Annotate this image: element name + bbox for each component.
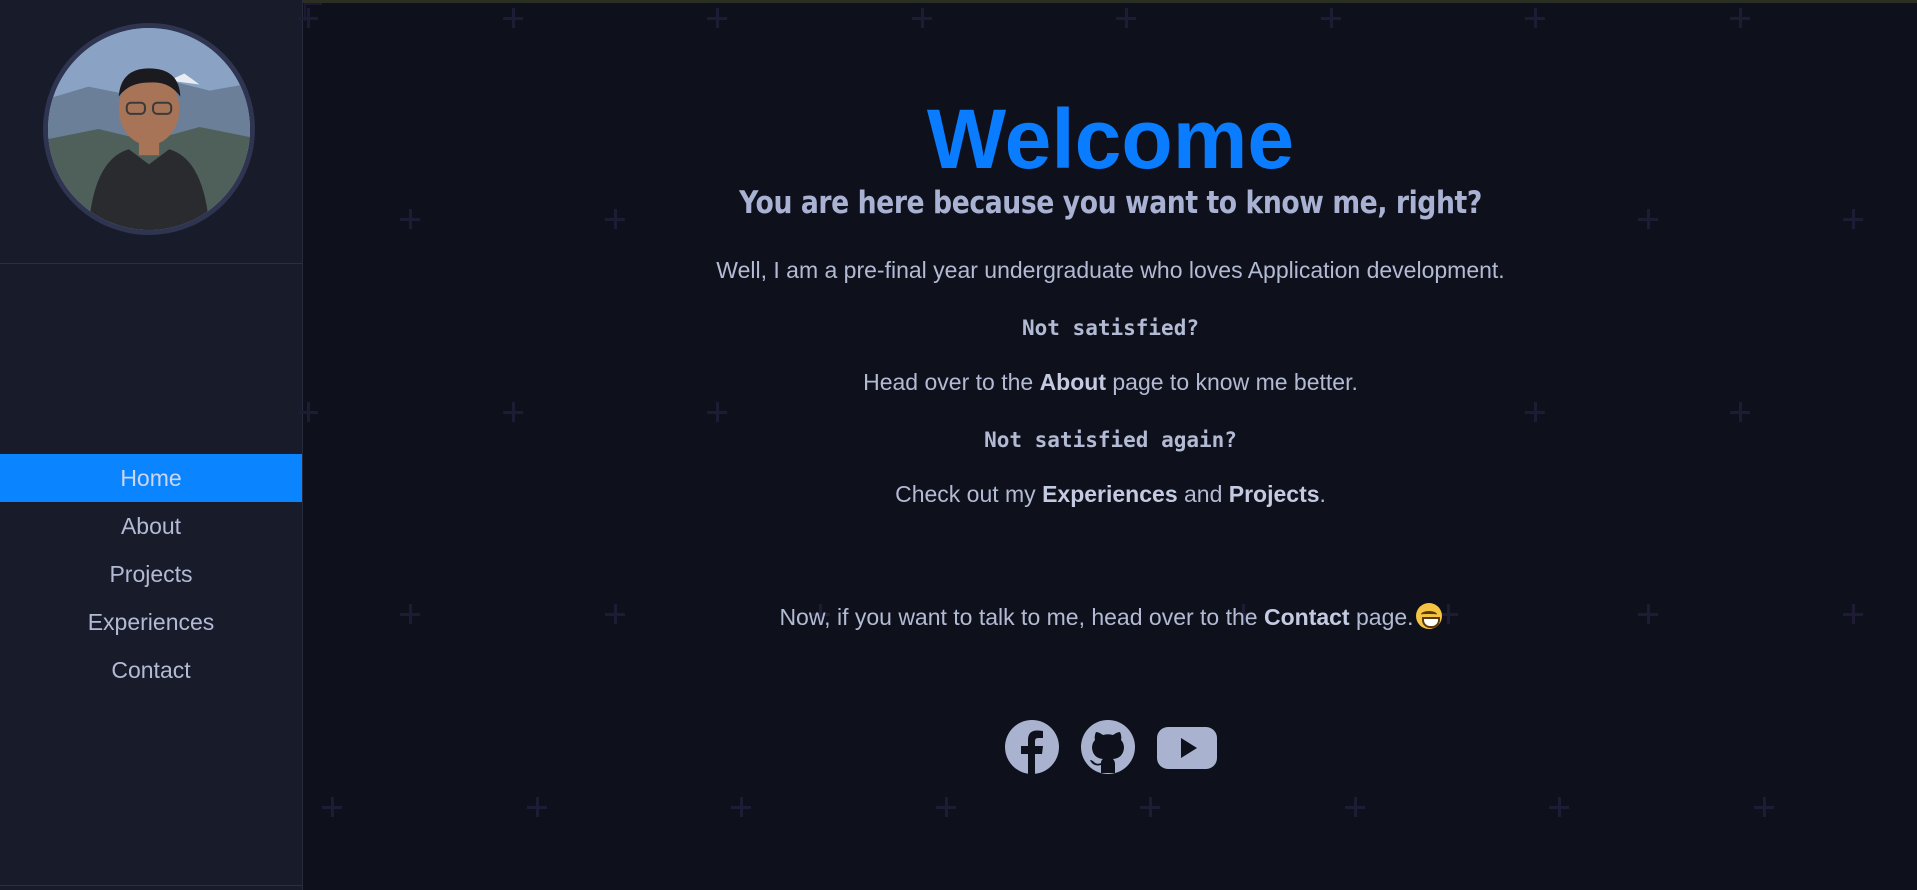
nav-item-contact[interactable]: Contact	[0, 646, 302, 694]
avatar-photo	[48, 28, 250, 230]
contact-link[interactable]: Contact	[1264, 604, 1350, 630]
facebook-icon[interactable]	[1004, 719, 1060, 775]
github-icon[interactable]	[1080, 719, 1136, 775]
page-subtitle: You are here because you want to know me…	[739, 185, 1482, 221]
projects-line: Check out my Experiences and Projects.	[895, 481, 1326, 507]
about-link[interactable]: About	[1040, 369, 1106, 395]
youtube-icon[interactable]	[1156, 719, 1218, 775]
intro-text: Well, I am a pre-final year undergraduat…	[716, 257, 1505, 283]
sidebar-divider	[0, 885, 302, 886]
nav-item-home[interactable]: Home	[0, 454, 302, 502]
not-satisfied-again-text: Not satisfied again?	[984, 428, 1237, 452]
contact-line: Now, if you want to talk to me, head ove…	[304, 603, 1917, 631]
grinning-face-emoji-icon	[1415, 603, 1442, 629]
main-content: Welcome You are here because you want to…	[298, 3, 1917, 890]
nav-item-projects[interactable]: Projects	[0, 550, 302, 598]
avatar-section	[0, 0, 302, 264]
projects-link[interactable]: Projects	[1229, 481, 1320, 507]
nav-item-experiences[interactable]: Experiences	[0, 598, 302, 646]
nav-item-about[interactable]: About	[0, 502, 302, 550]
social-links	[304, 719, 1917, 775]
not-satisfied-text: Not satisfied?	[1021, 316, 1199, 340]
avatar	[43, 23, 255, 235]
page-title: Welcome	[926, 92, 1295, 186]
experiences-link[interactable]: Experiences	[1042, 481, 1178, 507]
about-line: Head over to the About page to know me b…	[863, 369, 1358, 395]
main-nav: Home About Projects Experiences Contact	[0, 454, 302, 694]
sidebar: Home About Projects Experiences Contact	[0, 0, 303, 890]
